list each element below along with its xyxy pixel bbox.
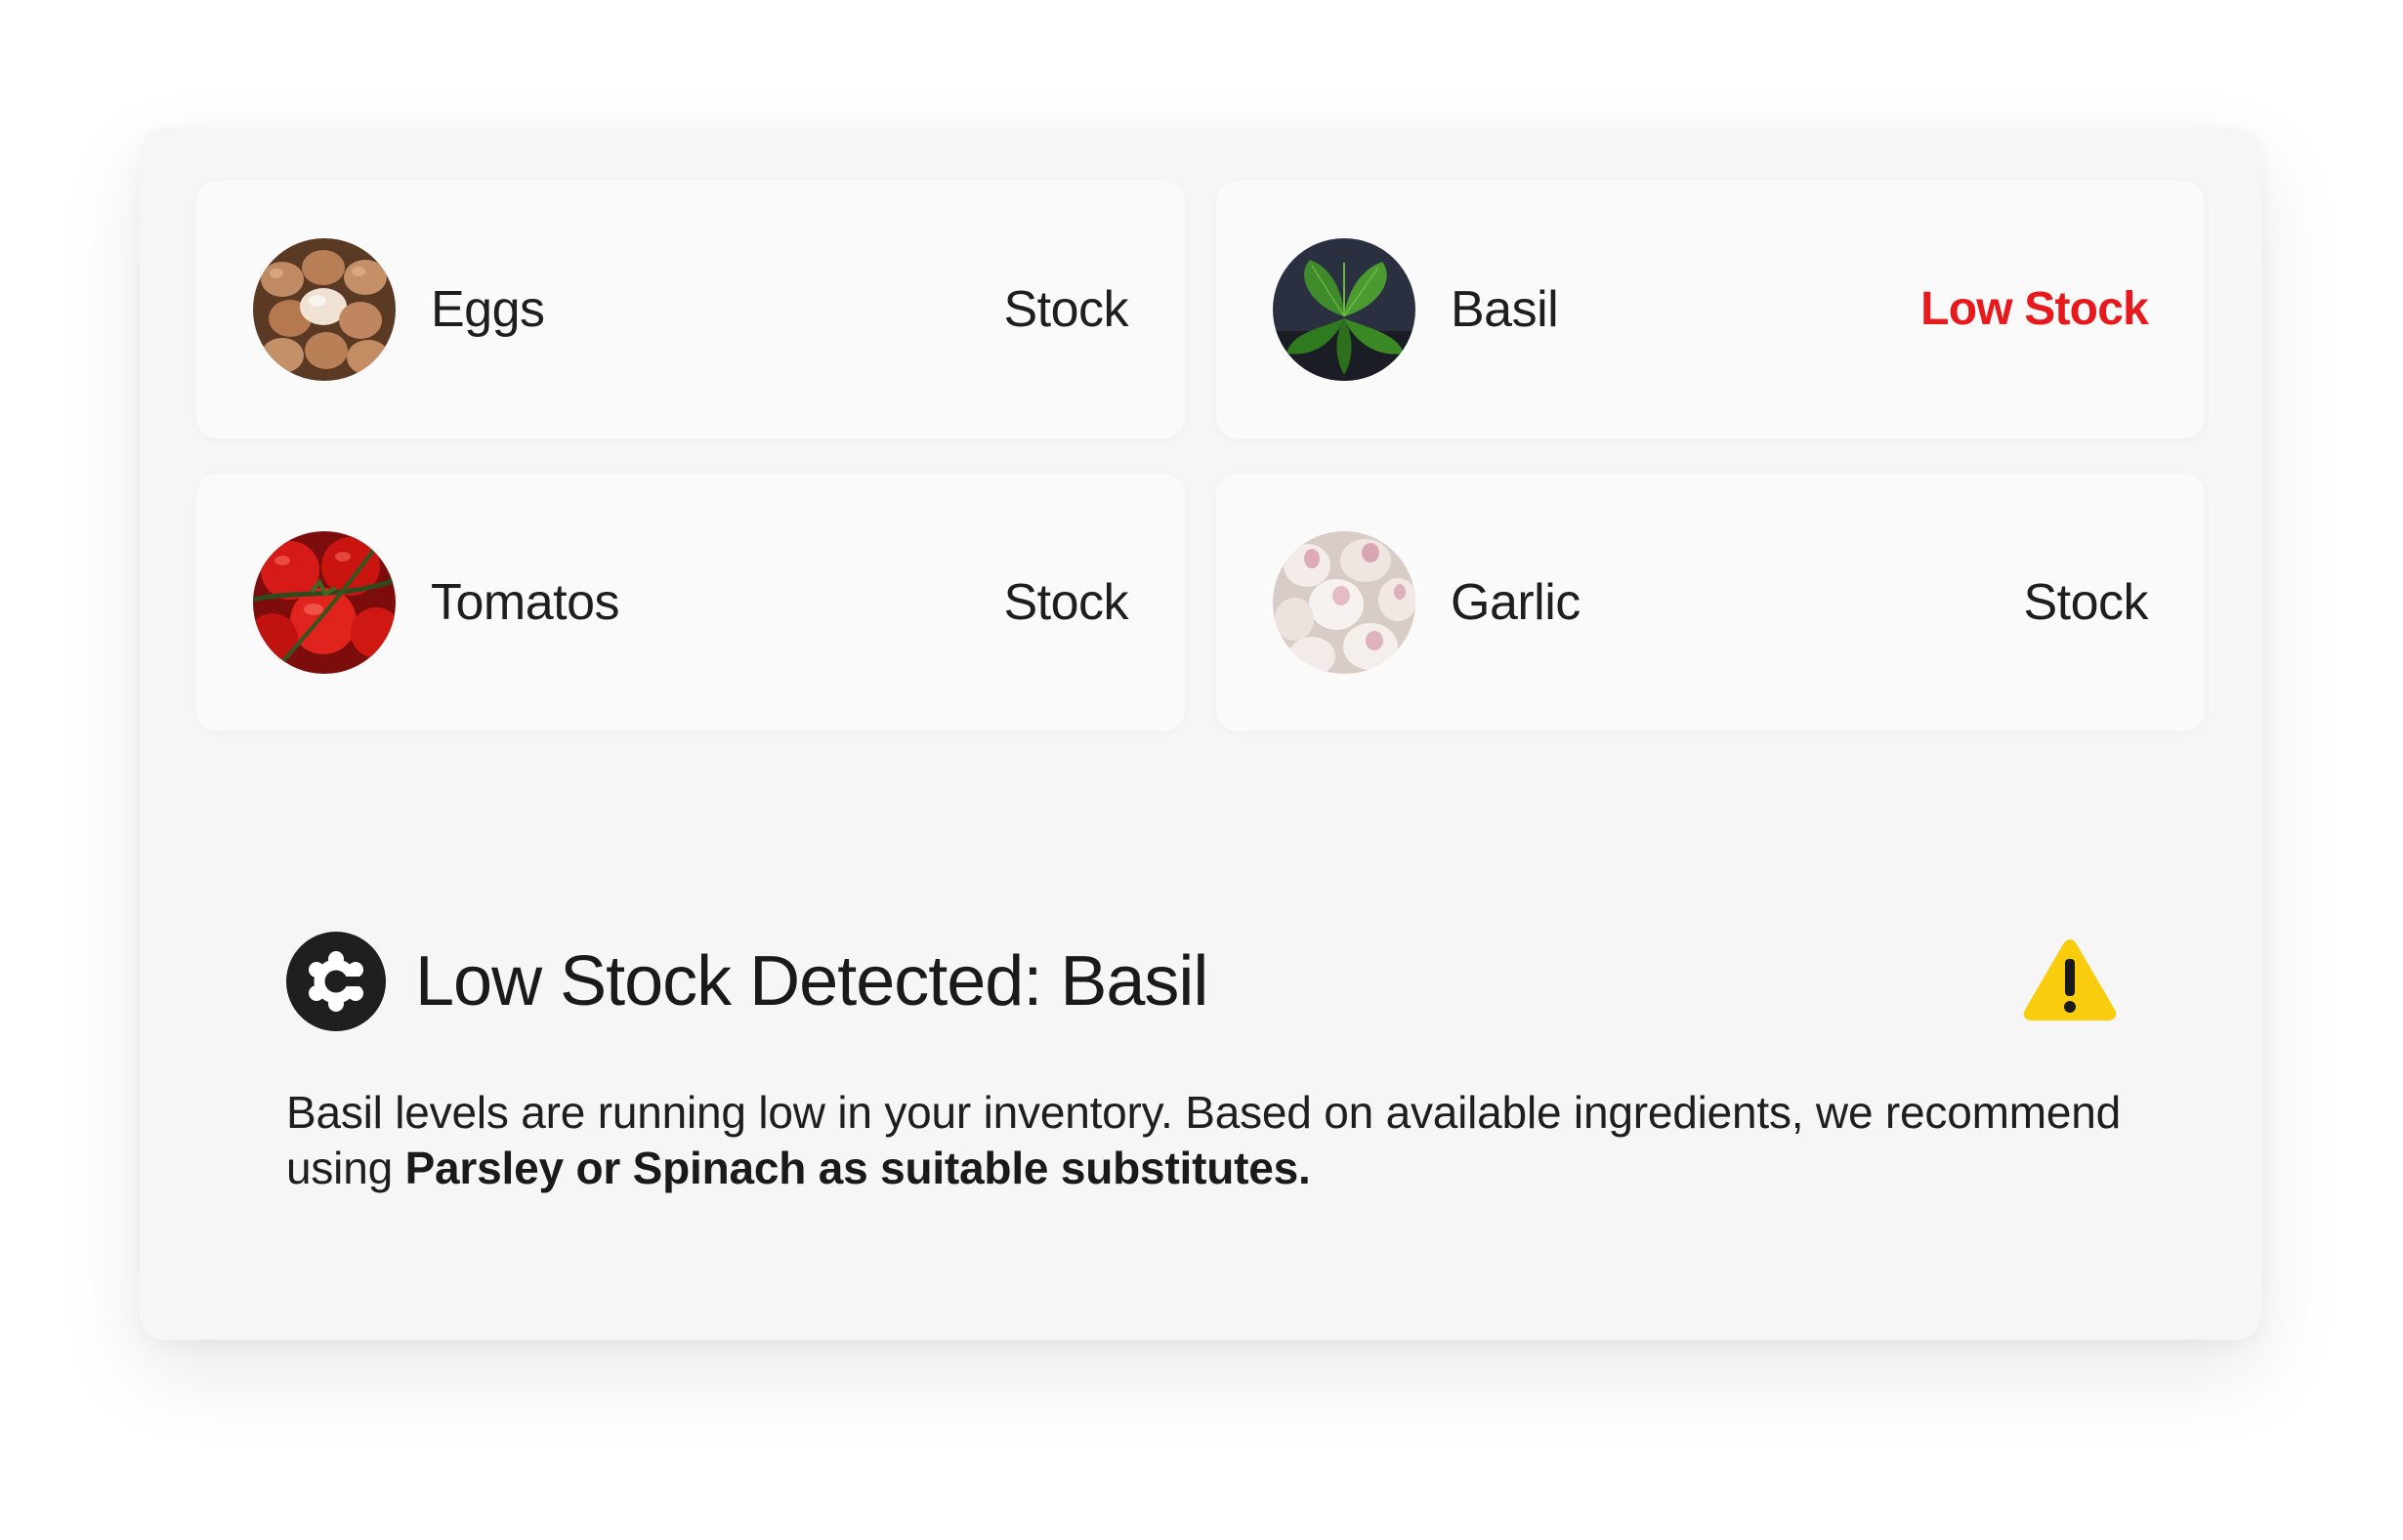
eggs-thumbnail: [253, 238, 396, 381]
alert-title: Low Stock Detected: Basil: [415, 942, 1208, 1020]
inventory-panel: Eggs Stock Basil Low Stock Tomatos Stock…: [140, 128, 2261, 1340]
garlic-photo-icon: [1273, 531, 1415, 674]
inventory-item-tomatos[interactable]: Tomatos Stock: [196, 474, 1185, 731]
tomatoes-photo-icon: [253, 531, 396, 674]
stock-status: Stock: [2023, 574, 2148, 631]
garlic-thumbnail: [1273, 531, 1415, 674]
basil-thumbnail: [1273, 238, 1415, 381]
item-name: Basil: [1451, 281, 1559, 338]
warning-triangle-icon: [2021, 936, 2119, 1023]
substitute-recommendation: Parsley or Spinach as suitable substitut…: [404, 1143, 1311, 1193]
item-name: Eggs: [431, 281, 545, 338]
item-name: Garlic: [1451, 574, 1581, 631]
basil-photo-icon: [1273, 238, 1415, 381]
inventory-item-garlic[interactable]: Garlic Stock: [1216, 474, 2205, 731]
inventory-item-eggs[interactable]: Eggs Stock: [196, 181, 1185, 438]
tomatoes-thumbnail: [253, 531, 396, 674]
alert-message: Basil levels are running low in your inv…: [286, 1085, 2191, 1196]
stock-status: Stock: [1003, 574, 1128, 631]
eggs-photo-icon: [253, 238, 396, 381]
assistant-logo-icon: [286, 932, 386, 1031]
item-name: Tomatos: [431, 574, 620, 631]
stock-status: Stock: [1003, 281, 1128, 338]
inventory-item-basil[interactable]: Basil Low Stock: [1216, 181, 2205, 438]
low-stock-status: Low Stock: [1920, 283, 2149, 335]
